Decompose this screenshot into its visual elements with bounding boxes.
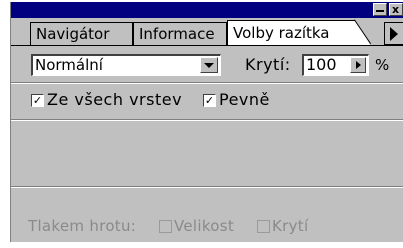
stylus-opacity-checkbox[interactable]	[257, 220, 270, 233]
checkmark-icon: ✓	[204, 94, 215, 107]
stylus-pressure-row: Tlakem hrotu: Velikost Krytí	[11, 216, 403, 238]
close-icon: x	[392, 3, 400, 16]
sample-options-row: ✓ Ze všech vrstev ✓ Pevně	[11, 90, 403, 112]
minimize-button[interactable]	[373, 3, 387, 16]
tab-info-label: Informace	[139, 25, 215, 43]
all-layers-checkbox[interactable]: ✓	[31, 94, 44, 107]
opacity-input[interactable]: 100	[302, 54, 369, 76]
divider	[11, 82, 403, 84]
blend-mode-select[interactable]: Normální	[31, 54, 221, 76]
tab-stamp-options[interactable]: Volby razítka	[227, 20, 371, 46]
percent-sign: %	[375, 56, 390, 74]
tab-navigator[interactable]: Navigátor	[30, 22, 133, 45]
chevron-down-icon[interactable]	[200, 57, 218, 73]
stylus-size-checkbox[interactable]	[159, 220, 172, 233]
checkmark-icon: ✓	[32, 94, 43, 107]
divider	[11, 186, 403, 188]
stylus-pressure-label: Tlakem hrotu:	[28, 217, 137, 235]
palette-titlebar[interactable]: x	[11, 2, 403, 18]
opacity-label: Krytí:	[245, 55, 291, 74]
options-panel: Normální Krytí: 100 % ✓ Ze všech vrstev …	[11, 45, 403, 242]
all-layers-label[interactable]: Ze všech vrstev	[47, 90, 182, 110]
opacity-slider-arrow-icon[interactable]	[350, 57, 366, 73]
stylus-opacity-label[interactable]: Krytí	[272, 216, 308, 236]
blend-mode-value: Normální	[35, 56, 103, 74]
aligned-checkbox[interactable]: ✓	[203, 94, 216, 107]
divider	[11, 119, 403, 121]
close-button[interactable]: x	[389, 3, 403, 16]
tab-bar: Navigátor Informace Volby razítka	[11, 19, 403, 46]
tab-scroll-right-button[interactable]	[384, 22, 403, 45]
tab-stamp-options-label: Volby razítka	[233, 24, 330, 42]
tab-navigator-label: Navigátor	[36, 25, 110, 43]
tab-info[interactable]: Informace	[133, 22, 227, 45]
stylus-size-label[interactable]: Velikost	[174, 216, 234, 236]
clone-stamp-options-palette: x Navigátor Informace Volby razítka Norm…	[10, 2, 403, 242]
aligned-label[interactable]: Pevně	[219, 90, 270, 110]
opacity-value: 100	[306, 55, 337, 74]
blend-opacity-row: Normální Krytí: 100 %	[11, 54, 403, 76]
